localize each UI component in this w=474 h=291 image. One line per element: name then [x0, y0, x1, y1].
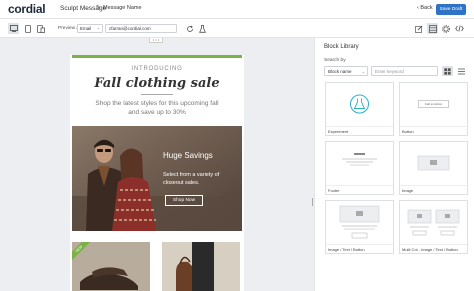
bag-image	[162, 242, 240, 291]
call-to-action-preview: Call to Action	[418, 100, 449, 108]
email-subtext[interactable]: Shop the latest styles for this upcoming…	[90, 99, 224, 117]
grid-view-icon[interactable]	[442, 66, 453, 76]
preview-email-input[interactable]: cfarran@cordial.com	[105, 24, 177, 33]
keyword-input[interactable]: Enter keyword	[371, 66, 438, 76]
shoes-image	[72, 242, 150, 291]
card-preview	[400, 201, 467, 245]
save-draft-button[interactable]: Save Draft	[436, 4, 466, 15]
pencil-icon[interactable]: ✎	[96, 4, 101, 11]
channel-select-value: Email	[80, 26, 92, 31]
test-flask-icon[interactable]	[197, 23, 208, 34]
card-label: Button	[402, 129, 414, 134]
code-icon[interactable]	[454, 23, 465, 34]
search-by-label: Search by	[324, 58, 346, 63]
image-preview-icon	[417, 155, 450, 171]
canvas-drag-handle[interactable]: • • •	[149, 38, 163, 43]
panel-title: Block Library	[324, 44, 359, 50]
block-card-footer[interactable]: Footer	[325, 141, 394, 195]
block-card-button[interactable]: Call to Action Button	[399, 82, 468, 136]
back-label: Back	[420, 5, 433, 11]
desktop-view-icon[interactable]	[8, 23, 19, 34]
top-header: cordial Sculpt Message ✎ Message Name ‹ …	[0, 0, 474, 19]
hero-block[interactable]: Huge Savings Select from a variety of cl…	[72, 126, 242, 231]
product-image-shoes[interactable]: NEW	[72, 242, 150, 291]
card-label: Image / Text / Button	[328, 247, 365, 252]
channel-select[interactable]: Email ⌄	[77, 24, 103, 33]
multi-col-preview-icon	[407, 209, 460, 236]
app: cordial Sculpt Message ✎ Message Name ‹ …	[0, 0, 474, 291]
email-intro[interactable]: INTRODUCING	[70, 66, 244, 72]
list-view-icon[interactable]	[456, 66, 467, 76]
footer-preview-icon	[342, 153, 377, 166]
email-headline[interactable]: Fall clothing sale	[70, 76, 244, 91]
image-text-button-preview-icon	[339, 205, 380, 239]
back-button[interactable]: ‹ Back	[417, 5, 433, 11]
hero-title[interactable]: Huge Savings	[163, 151, 213, 160]
product-image-bag[interactable]	[162, 242, 240, 291]
block-card-image-text-button[interactable]: Image / Text / Button	[325, 200, 394, 254]
blocks-icon[interactable]	[427, 23, 438, 34]
card-preview	[326, 142, 393, 186]
card-preview	[326, 83, 393, 127]
refresh-icon[interactable]	[184, 23, 195, 34]
chevron-down-icon: ⌄	[361, 69, 365, 74]
card-preview	[326, 201, 393, 245]
card-preview	[400, 142, 467, 186]
block-card-experiment[interactable]: Experiment	[325, 82, 394, 136]
edit-icon[interactable]	[413, 23, 424, 34]
gear-icon[interactable]	[440, 23, 451, 34]
chevron-down-icon: ⌄	[96, 25, 100, 30]
card-label: Multi Col - Image / Text / Button	[402, 247, 458, 252]
message-name[interactable]: Message Name	[103, 5, 142, 11]
headline-divider	[141, 94, 173, 95]
card-label: Footer	[328, 188, 340, 193]
flask-icon	[350, 94, 369, 114]
shop-now-button[interactable]: Shop Now	[165, 195, 203, 206]
toolbar: Preview as Email ⌄ cfarran@cordial.com	[0, 19, 474, 38]
search-by-select-value: Block name	[328, 69, 352, 74]
hero-body[interactable]: Select from a variety of closeout sales.	[163, 171, 238, 187]
editor-canvas[interactable]: • • • INTRODUCING Fall clothing sale Sho…	[0, 38, 314, 291]
back-arrow-icon: ‹	[417, 5, 419, 11]
search-by-select[interactable]: Block name ⌄	[324, 66, 368, 76]
logo: cordial	[8, 2, 46, 16]
block-card-image[interactable]: Image	[399, 141, 468, 195]
card-preview: Call to Action	[400, 83, 467, 127]
header-accent-bar	[72, 55, 242, 58]
card-label: Experiment	[328, 129, 349, 134]
block-library-panel: Block Library Search by Block name ⌄ Ent…	[314, 38, 474, 291]
tablet-view-icon[interactable]	[35, 23, 46, 34]
block-card-multi-col[interactable]: Multi Col - Image / Text / Button	[399, 200, 468, 254]
mobile-view-icon[interactable]	[22, 23, 33, 34]
card-label: Image	[402, 188, 414, 193]
email-preview: INTRODUCING Fall clothing sale Shop the …	[70, 55, 244, 291]
